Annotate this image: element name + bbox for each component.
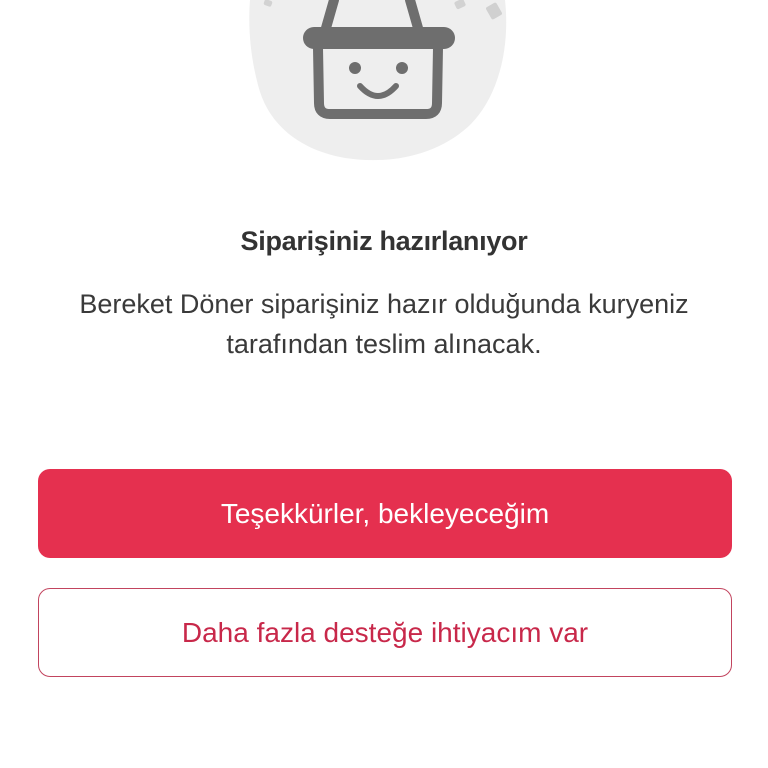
- thanks-will-wait-label: Teşekkürler, bekleyeceğim: [220, 497, 550, 529]
- thanks-will-wait-button[interactable]: Teşekkürler, bekleyeceğim: [38, 469, 732, 558]
- status-message: Bereket Döner siparişiniz hazır olduğund…: [79, 289, 689, 359]
- need-more-support-label: Daha fazla desteğe ihtiyacım var: [181, 616, 589, 648]
- status-illustration: [0, 0, 768, 180]
- status-title: Siparişiniz hazırlanıyor: [240, 226, 528, 256]
- smiling-basket-icon: [249, 0, 507, 161]
- need-more-support-button[interactable]: Daha fazla desteğe ihtiyacım var: [38, 588, 732, 677]
